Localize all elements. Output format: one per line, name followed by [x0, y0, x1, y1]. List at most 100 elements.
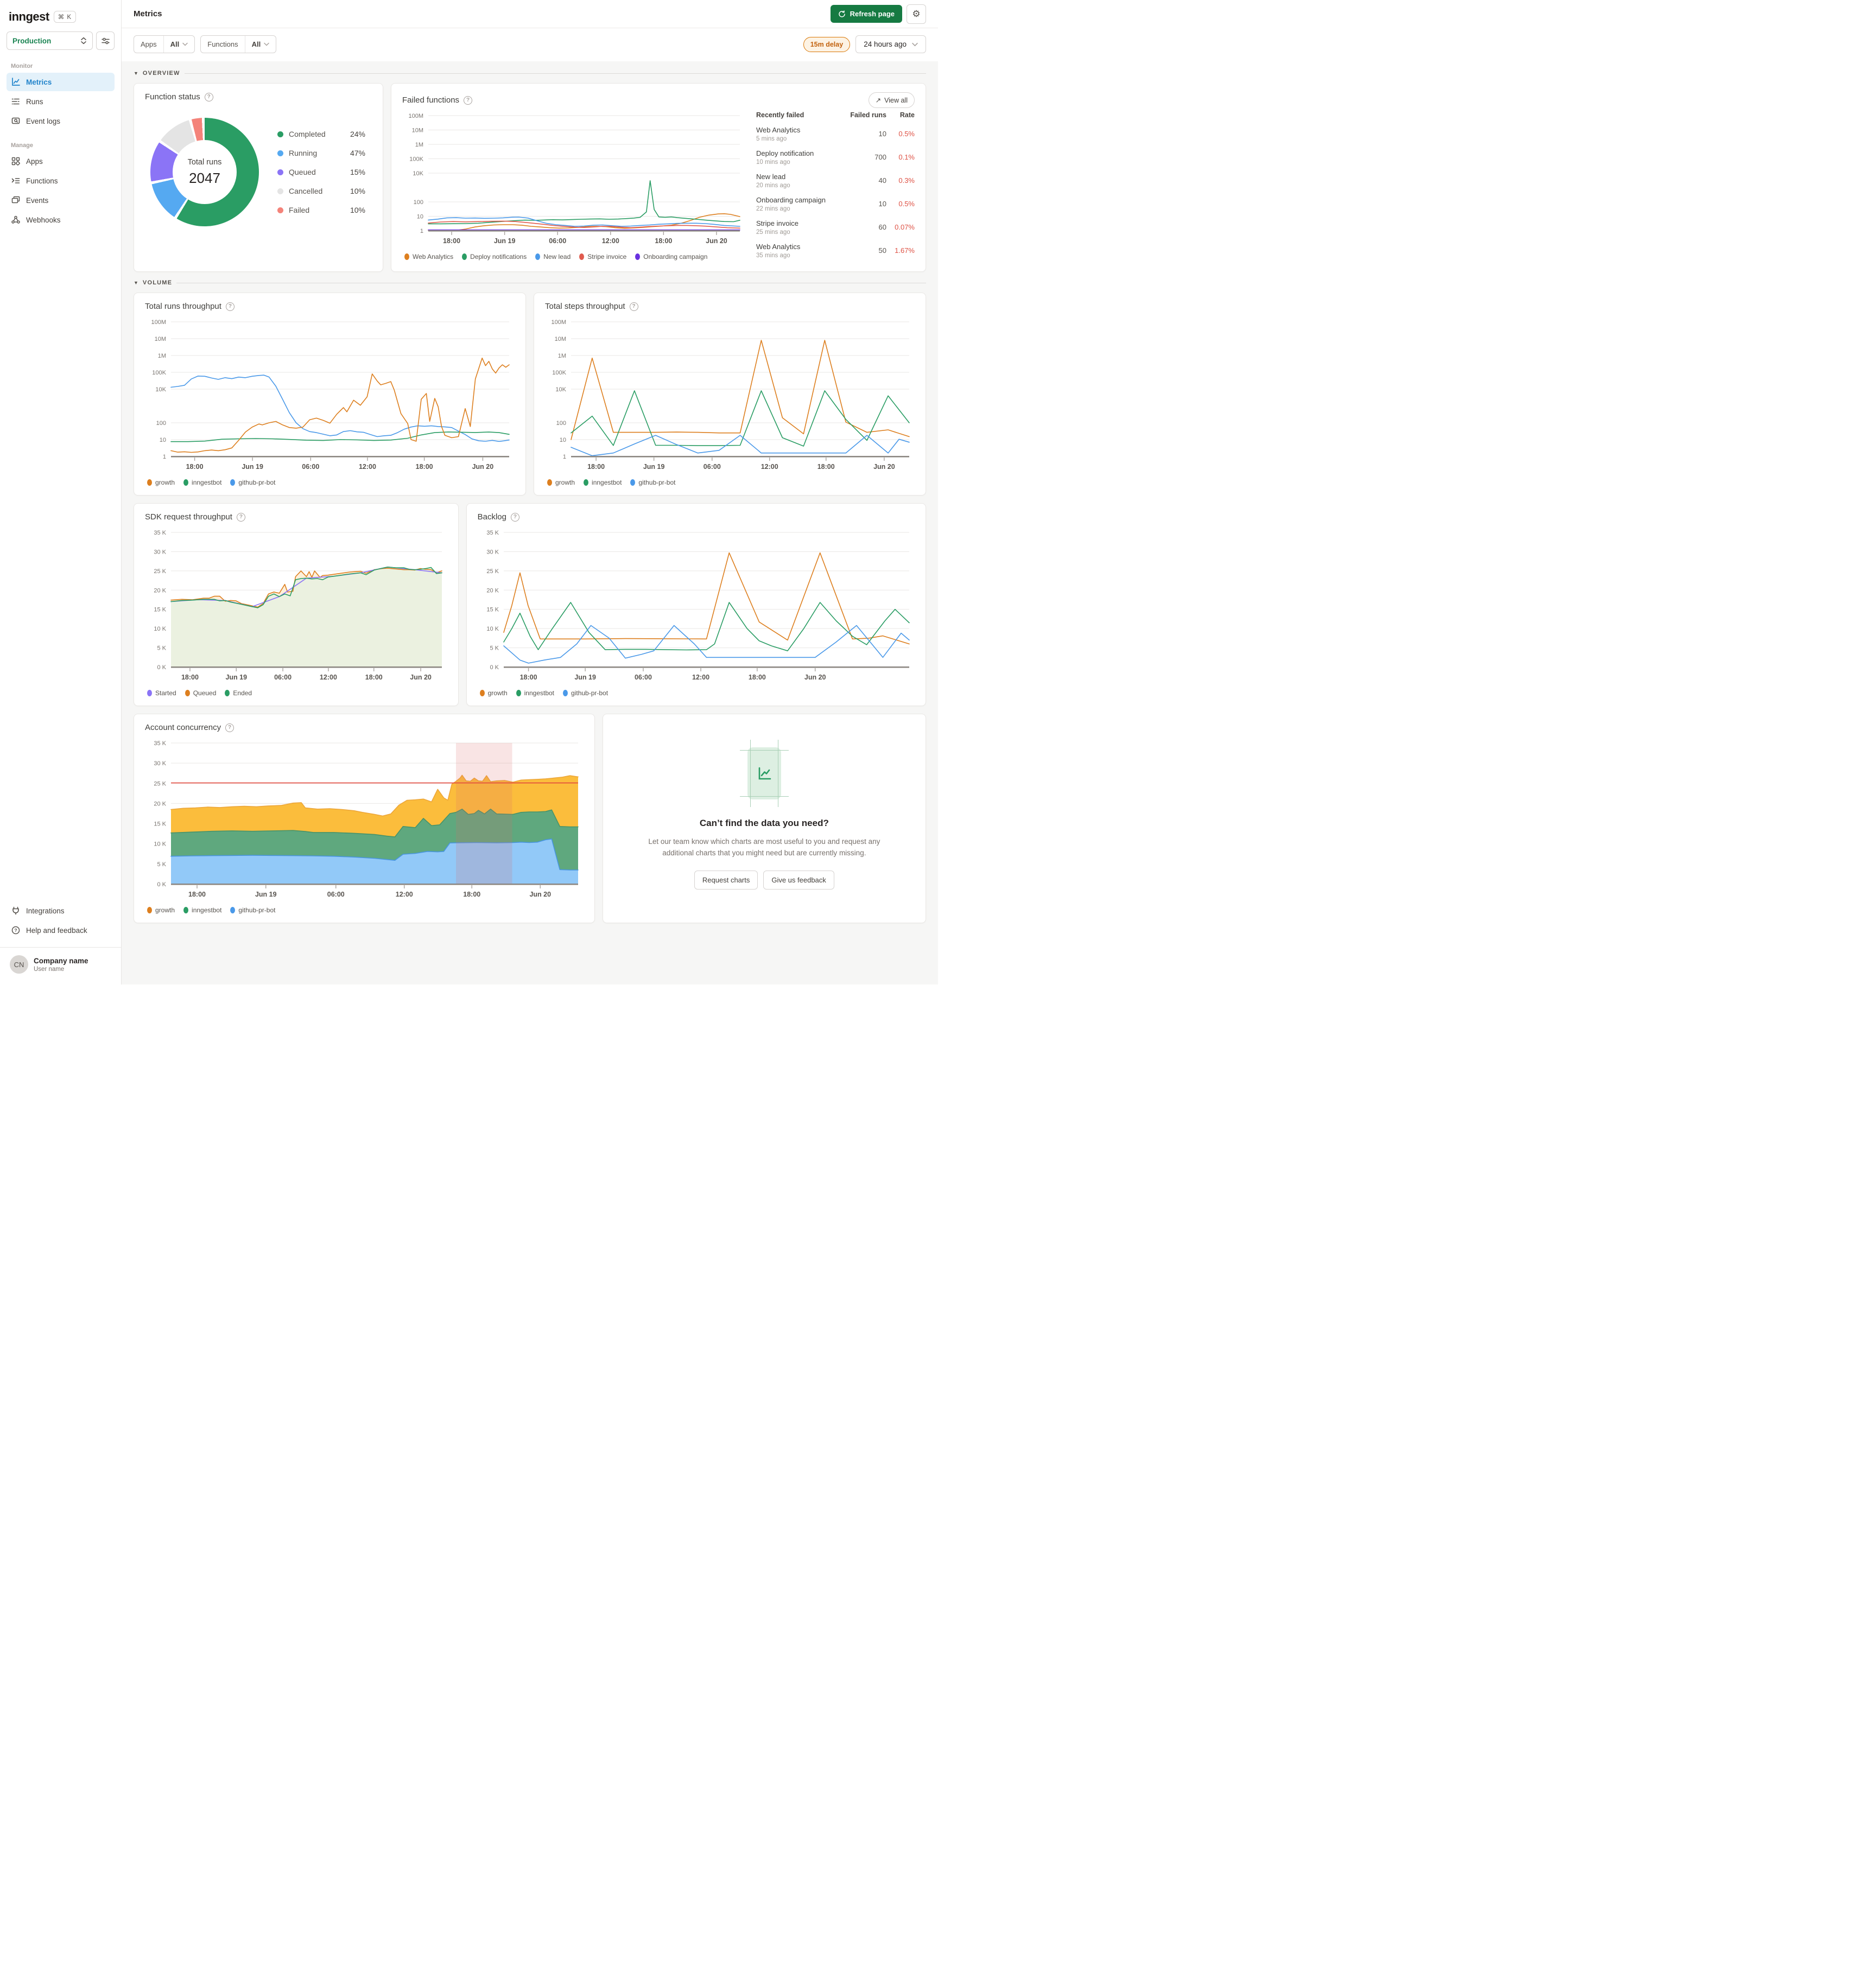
chart-legend-item[interactable]: github-pr-bot: [230, 906, 275, 914]
sidebar-item-integrations[interactable]: Integrations: [7, 901, 115, 920]
sidebar-item-event-logs[interactable]: Event logs: [7, 112, 115, 130]
recently-failed-row[interactable]: Stripe invoice 25 mins ago 60 0.07%: [756, 215, 915, 239]
total-runs-chart[interactable]: 100M 10M 1M 100K 10K 100 10 1 18:00 Jun 19 06:00 12…: [145, 316, 515, 475]
chart-legend-item[interactable]: inngestbot: [516, 689, 554, 697]
chart-legend-item[interactable]: growth: [479, 689, 508, 697]
sidebar-item-apps[interactable]: Apps: [7, 152, 115, 170]
help-circle-icon[interactable]: ?: [510, 512, 519, 522]
svg-text:Jun 20: Jun 20: [410, 674, 432, 681]
svg-text:10 K: 10 K: [486, 626, 499, 632]
function-status-legend-item[interactable]: Completed 24%: [277, 130, 365, 138]
function-status-title: Function status: [145, 92, 200, 101]
chart-legend-item[interactable]: github-pr-bot: [563, 689, 608, 697]
svg-text:100K: 100K: [409, 156, 423, 163]
help-circle-icon[interactable]: ?: [464, 96, 473, 105]
svg-text:06:00: 06:00: [327, 891, 345, 898]
svg-text:35 K: 35 K: [154, 530, 166, 536]
sidebar-item-webhooks[interactable]: Webhooks: [7, 211, 115, 229]
chart-legend-item[interactable]: New lead: [535, 253, 571, 261]
total-runs-chart-legend: growth inngestbot github-pr-bot: [145, 479, 515, 486]
legend-dot-icon: [277, 188, 283, 194]
help-circle-icon[interactable]: ?: [225, 723, 234, 732]
chart-legend-item[interactable]: github-pr-bot: [630, 479, 675, 486]
backlog-chart[interactable]: 35 K 30 K 25 K 20 K 15 K 10 K 5 K 0 K 18:00 Jun 1…: [478, 527, 915, 686]
webhooks-icon: [11, 215, 20, 224]
recently-failed-row[interactable]: Deploy notification 10 mins ago 700 0.1%: [756, 145, 915, 169]
svg-text:5 K: 5 K: [157, 861, 166, 868]
chart-legend-item[interactable]: inngestbot: [584, 479, 622, 486]
sidebar-item-label: Integrations: [26, 906, 65, 915]
functions-filter-label: Functions: [201, 36, 245, 53]
help-circle-icon[interactable]: ?: [236, 512, 245, 522]
time-range-select[interactable]: 24 hours ago: [855, 35, 926, 53]
chart-legend-item[interactable]: growth: [147, 479, 175, 486]
svg-text:10M: 10M: [155, 336, 166, 342]
chart-legend-item[interactable]: inngestbot: [183, 479, 221, 486]
function-status-donut[interactable]: Total runs 2047: [150, 118, 259, 226]
legend-label: inngestbot: [592, 479, 622, 486]
svg-text:18:00: 18:00: [587, 463, 605, 471]
env-filter-button[interactable]: [96, 31, 115, 50]
chart-legend-item[interactable]: Onboarding campaign: [635, 253, 707, 261]
total-steps-title: Total steps throughput: [545, 302, 625, 311]
chart-legend-item[interactable]: inngestbot: [183, 906, 221, 914]
recently-failed-row[interactable]: Onboarding campaign 22 mins ago 10 0.5%: [756, 192, 915, 215]
legend-label: Stripe invoice: [587, 253, 627, 261]
account-concurrency-chart[interactable]: 35 K 30 K 25 K 20 K 15 K 10 K 5 K 0 K 18:00 Jun 1…: [145, 738, 584, 903]
account-menu[interactable]: CN Company name User name: [7, 953, 115, 976]
overview-section-header[interactable]: ▼ OVERVIEW: [134, 70, 926, 77]
backlog-chart-legend: growth inngestbot github-pr-bot: [478, 689, 915, 697]
svg-text:100M: 100M: [408, 113, 423, 119]
chart-legend-item[interactable]: Ended: [225, 689, 252, 697]
sdk-request-chart[interactable]: 35 K 30 K 25 K 20 K 15 K 10 K 5 K 0 K 18:00 Jun 1…: [145, 527, 447, 686]
event-logs-icon: [11, 117, 20, 124]
function-status-legend-item[interactable]: Cancelled 10%: [277, 187, 365, 195]
request-charts-button[interactable]: Request charts: [694, 871, 758, 890]
sidebar-item-functions[interactable]: Functions: [7, 172, 115, 190]
function-status-legend-item[interactable]: Failed 10%: [277, 206, 365, 214]
chart-legend-item[interactable]: Web Analytics: [404, 253, 453, 261]
svg-text:15 K: 15 K: [154, 607, 166, 613]
command-k-shortcut[interactable]: ⌘ K: [53, 11, 77, 23]
legend-label: growth: [155, 906, 175, 914]
refresh-page-button[interactable]: Refresh page: [830, 5, 902, 23]
view-all-button[interactable]: ↗ View all: [868, 92, 915, 108]
legend-dot-icon: [277, 169, 283, 175]
help-circle-icon[interactable]: ?: [225, 302, 234, 311]
legend-label: Started: [155, 689, 176, 697]
give-feedback-button[interactable]: Give us feedback: [763, 871, 834, 890]
svg-text:Jun 20: Jun 20: [529, 891, 551, 898]
help-circle-icon[interactable]: ?: [204, 92, 213, 101]
recently-failed-row[interactable]: Web Analytics 5 mins ago 10 0.5%: [756, 122, 915, 145]
sidebar-item-help[interactable]: ? Help and feedback: [7, 921, 115, 939]
settings-button[interactable]: ⚙: [907, 4, 926, 24]
recently-failed-row[interactable]: Web Analytics 35 mins ago 50 1.67%: [756, 239, 915, 262]
function-status-legend-item[interactable]: Queued 15%: [277, 168, 365, 176]
sidebar-item-label: Apps: [26, 157, 43, 166]
apps-filter[interactable]: Apps All: [134, 35, 195, 53]
svg-text:30 K: 30 K: [154, 549, 166, 555]
help-circle-icon[interactable]: ?: [629, 302, 638, 311]
sidebar-item-events[interactable]: Events: [7, 191, 115, 209]
function-status-legend-item[interactable]: Running 47%: [277, 149, 365, 157]
chart-legend-item[interactable]: growth: [147, 906, 175, 914]
recently-failed-row[interactable]: New lead 20 mins ago 40 0.3%: [756, 169, 915, 192]
svg-text:1M: 1M: [415, 142, 423, 148]
chart-legend-item[interactable]: Queued: [185, 689, 216, 697]
sidebar-item-metrics[interactable]: Metrics: [7, 73, 115, 91]
functions-filter[interactable]: Functions All: [200, 35, 277, 53]
chart-legend-item[interactable]: github-pr-bot: [230, 479, 275, 486]
legend-label: github-pr-bot: [638, 479, 676, 486]
svg-text:20 K: 20 K: [486, 587, 499, 594]
volume-section-header[interactable]: ▼ VOLUME: [134, 280, 926, 286]
chart-legend-item[interactable]: Deploy notifications: [462, 253, 527, 261]
failed-functions-chart[interactable]: 100M 10M 1M 100K 10K 100 10 1 18:00 Jun 19 06:00 12…: [402, 110, 745, 250]
sidebar-item-runs[interactable]: Runs: [7, 92, 115, 111]
legend-dot-icon: [183, 479, 189, 486]
chart-legend-item[interactable]: Started: [147, 689, 176, 697]
chart-legend-item[interactable]: Stripe invoice: [579, 253, 626, 261]
environment-select[interactable]: Production: [7, 31, 93, 50]
total-steps-chart[interactable]: 100M 10M 1M 100K 10K 100 10 1 18:00 Jun 19 06:00 12…: [545, 316, 915, 475]
chart-legend-item[interactable]: growth: [547, 479, 575, 486]
svg-text:35 K: 35 K: [486, 530, 499, 536]
